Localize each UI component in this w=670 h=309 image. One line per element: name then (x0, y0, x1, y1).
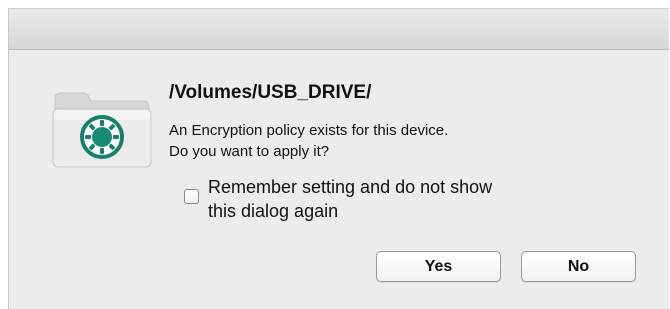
yes-button[interactable]: Yes (376, 251, 501, 282)
remember-label[interactable]: Remember setting and do not show this di… (208, 175, 588, 223)
message-line-2: Do you want to apply it? (169, 143, 330, 160)
message-line-1: An Encryption policy exists for this dev… (169, 122, 449, 139)
remember-label-line-1: Remember setting and do not show (208, 177, 493, 197)
remember-setting-option[interactable]: Remember setting and do not show this di… (184, 175, 604, 223)
dialog-titlebar[interactable] (9, 9, 669, 50)
dialog-message: An Encryption policy exists for this dev… (169, 120, 589, 162)
no-button[interactable]: No (521, 251, 636, 282)
screen: /Volumes/USB_DRIVE/ An Encryption policy… (0, 0, 670, 309)
encryption-dialog: /Volumes/USB_DRIVE/ An Encryption policy… (8, 8, 669, 309)
volume-path-title: /Volumes/USB_DRIVE/ (169, 82, 372, 103)
remember-checkbox[interactable] (184, 189, 199, 204)
remember-label-line-2: this dialog again (208, 201, 339, 221)
encrypted-folder-icon (52, 92, 152, 168)
